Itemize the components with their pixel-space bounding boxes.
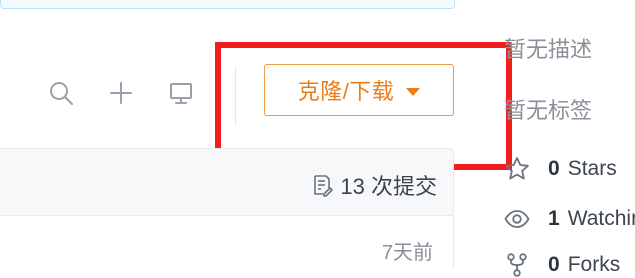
forks-label: Forks <box>567 253 621 276</box>
clone-download-label: 克隆/下载 <box>297 79 395 104</box>
file-row[interactable]: 7天前 <box>0 216 454 269</box>
eye-icon <box>504 210 530 228</box>
monitor-icon[interactable] <box>168 80 194 106</box>
fork-icon <box>507 253 527 277</box>
plus-icon[interactable] <box>108 80 134 106</box>
repo-tags: 暂无标签 <box>504 98 593 123</box>
watching-stat[interactable]: 1 Watching <box>504 206 635 232</box>
search-icon[interactable] <box>48 80 74 106</box>
stars-label: Stars <box>567 157 617 180</box>
star-icon <box>505 157 529 180</box>
repo-description: 暂无描述 <box>504 37 593 62</box>
info-panel-bottom-edge <box>0 0 455 9</box>
forks-stat[interactable]: 0 Forks <box>504 252 620 278</box>
commit-history-icon <box>314 175 334 197</box>
clone-download-button[interactable]: 克隆/下载 <box>264 64 454 116</box>
caret-down-icon <box>406 87 421 96</box>
stars-stat[interactable]: 0 Stars <box>504 156 617 182</box>
watching-count: 1 <box>548 207 560 230</box>
commits-count-label: 13 次提交 <box>340 174 437 199</box>
commits-link[interactable]: 13 次提交 <box>310 169 437 201</box>
watching-label: Watching <box>567 207 635 230</box>
commits-bar: 13 次提交 <box>0 148 454 216</box>
stars-count: 0 <box>548 157 560 180</box>
last-updated-time: 7天前 <box>381 242 433 264</box>
forks-count: 0 <box>548 253 560 276</box>
toolbar-divider <box>235 66 236 126</box>
